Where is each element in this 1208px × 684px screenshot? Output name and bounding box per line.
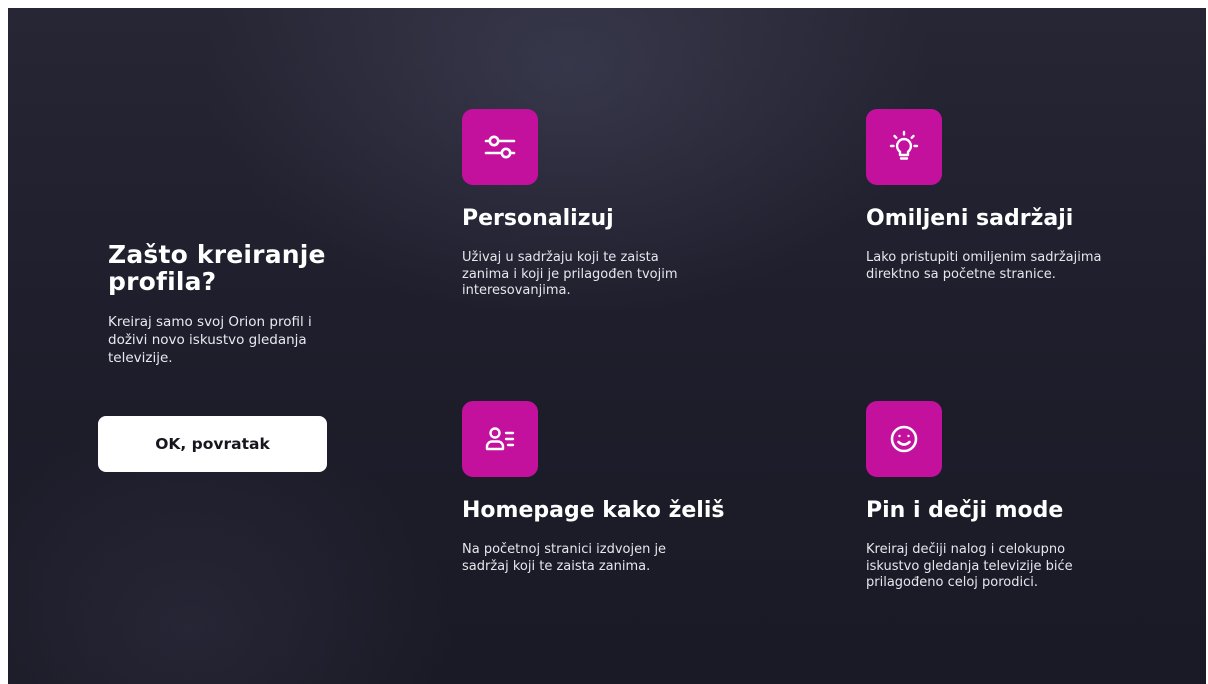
feature-personalize: Personalizuj Uživaj u sadržaju koji te z… [462,109,762,300]
feature-description: Uživaj u sadržaju koji te zaista zanima … [462,250,678,298]
intro-title: Zašto kreiranje profila? [108,240,326,296]
intro-section: Zašto kreiranje profila? Kreiraj samo sv… [108,241,368,367]
ok-back-button[interactable]: OK, povratak [98,416,327,472]
feature-description: Na početnoj stranici izdvojen je sadržaj… [462,542,667,574]
feature-title: Pin i dečji mode [866,498,1064,523]
feature-icon-tile [462,401,538,477]
feature-homepage: Homepage kako želiš Na početnoj stranici… [462,401,762,575]
feature-icon-tile [866,109,942,185]
lightbulb-icon [889,130,919,160]
feature-kids-mode: Pin i dečji mode Kreiraj dečiji nalog i … [866,401,1166,592]
user-list-icon [485,427,515,451]
intro-description: Kreiraj samo svoj Orion profil i doživi … [108,314,312,366]
feature-title: Personalizuj [462,206,614,231]
feature-title: Omiljeni sadržaji [866,206,1074,231]
feature-icon-tile [462,109,538,185]
feature-favorites: Omiljeni sadržaji Lako pristupiti omilje… [866,109,1166,283]
feature-description: Lako pristupiti omiljenim sadržajima dir… [866,250,1102,282]
feature-title: Homepage kako želiš [462,498,725,523]
smiley-icon [890,425,918,453]
feature-description: Kreiraj dečiji nalog i celokupno iskustv… [866,542,1073,590]
profile-info-screen: Zašto kreiranje profila? Kreiraj samo sv… [8,8,1206,684]
sliders-icon [484,135,516,159]
feature-icon-tile [866,401,942,477]
